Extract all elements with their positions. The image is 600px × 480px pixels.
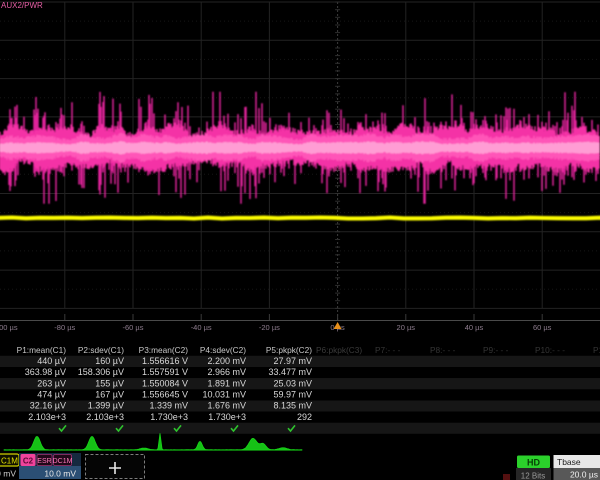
svg-text:10.031 mV: 10.031 mV <box>202 390 246 400</box>
svg-text:HD: HD <box>527 458 540 468</box>
svg-text:10.0 mV: 10.0 mV <box>44 469 76 479</box>
svg-text:167 µV: 167 µV <box>95 390 124 400</box>
svg-text:-40 µs: -40 µs <box>191 323 212 332</box>
svg-text:P8:- - -: P8:- - - <box>430 345 456 355</box>
svg-text:32.16 µV: 32.16 µV <box>30 401 66 411</box>
svg-text:2.200 mV: 2.200 mV <box>207 356 246 366</box>
svg-text:1.730e+3: 1.730e+3 <box>150 412 188 422</box>
svg-text:P2:sdev(C1): P2:sdev(C1) <box>78 345 124 355</box>
svg-text:474 µV: 474 µV <box>37 390 66 400</box>
svg-text:-20 µs: -20 µs <box>259 323 280 332</box>
svg-text:12 Bits: 12 Bits <box>521 472 545 480</box>
svg-text:1.399 µV: 1.399 µV <box>88 401 124 411</box>
svg-text:C1M: C1M <box>1 457 18 466</box>
svg-text:DC1M: DC1M <box>53 458 73 465</box>
svg-text:P3:mean(C2): P3:mean(C2) <box>139 345 189 355</box>
svg-text:160 µV: 160 µV <box>95 356 124 366</box>
svg-text:1.730e+3: 1.730e+3 <box>208 412 246 422</box>
svg-text:1.556616 V: 1.556616 V <box>142 356 188 366</box>
svg-text:59.97 mV: 59.97 mV <box>273 390 312 400</box>
svg-text:P10:- - -: P10:- - - <box>535 345 565 355</box>
svg-text:1.557591 V: 1.557591 V <box>142 367 188 377</box>
svg-text:2.966 mV: 2.966 mV <box>207 367 246 377</box>
svg-text:2.103e+3: 2.103e+3 <box>86 412 124 422</box>
svg-text:P5:pkpk(C2): P5:pkpk(C2) <box>266 345 312 355</box>
svg-text:363.98 µV: 363.98 µV <box>25 367 66 377</box>
svg-text:P6:pkpk(C3): P6:pkpk(C3) <box>316 345 362 355</box>
svg-text:40 µs: 40 µs <box>465 323 484 332</box>
svg-text:158.306 µV: 158.306 µV <box>78 367 124 377</box>
svg-text:20 µs: 20 µs <box>397 323 416 332</box>
svg-text:ESR: ESR <box>37 458 51 465</box>
svg-text:263 µV: 263 µV <box>37 378 66 388</box>
svg-text:25.03 mV: 25.03 mV <box>273 378 312 388</box>
svg-text:292: 292 <box>297 412 312 422</box>
svg-text:AUX2/PWR: AUX2/PWR <box>1 1 43 10</box>
svg-text:8.135 mV: 8.135 mV <box>273 401 312 411</box>
svg-text:155 µV: 155 µV <box>95 378 124 388</box>
svg-text:P9:- - -: P9:- - - <box>483 345 509 355</box>
svg-text:60 µs: 60 µs <box>533 323 552 332</box>
svg-text:1.891 mV: 1.891 mV <box>207 378 246 388</box>
svg-text:Tbase: Tbase <box>557 457 581 467</box>
svg-text:1.550084 V: 1.550084 V <box>142 378 188 388</box>
svg-text:1.676 mV: 1.676 mV <box>207 401 246 411</box>
svg-text:1.339 mV: 1.339 mV <box>149 401 188 411</box>
svg-text:-80 µs: -80 µs <box>54 323 75 332</box>
svg-text:440 µV: 440 µV <box>37 356 66 366</box>
svg-text:33.477 mV: 33.477 mV <box>268 367 312 377</box>
svg-text:2.103e+3: 2.103e+3 <box>28 412 66 422</box>
svg-text:1.556645 V: 1.556645 V <box>142 390 188 400</box>
svg-text:P1:mean(C1): P1:mean(C1) <box>17 345 67 355</box>
svg-text:P1: P1 <box>593 345 600 355</box>
svg-text:-100 µs: -100 µs <box>0 323 18 332</box>
svg-text:P4:sdev(C2): P4:sdev(C2) <box>200 345 246 355</box>
svg-text:C2: C2 <box>23 457 34 466</box>
svg-text:-60 µs: -60 µs <box>123 323 144 332</box>
svg-text:27.97 mV: 27.97 mV <box>273 356 312 366</box>
svg-text:P7:- - -: P7:- - - <box>375 345 401 355</box>
svg-text:50.0 mV: 50.0 mV <box>0 469 16 479</box>
svg-text:20.0 µs: 20.0 µs <box>570 470 598 480</box>
